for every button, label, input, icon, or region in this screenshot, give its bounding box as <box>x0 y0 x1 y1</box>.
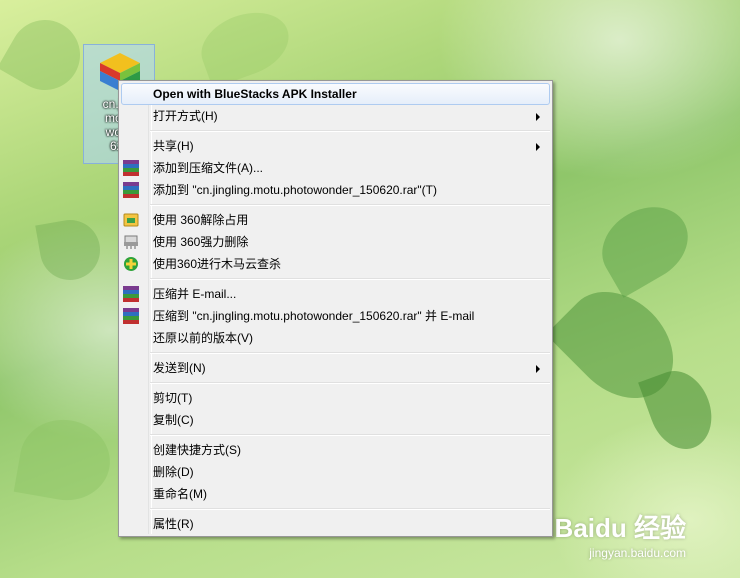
menu-separator <box>150 204 550 206</box>
context-menu: Open with BlueStacks APK Installer 打开方式(… <box>118 80 553 537</box>
menu-item-open-with-bluestacks[interactable]: Open with BlueStacks APK Installer <box>121 83 550 105</box>
shredder-360-icon <box>124 235 138 249</box>
wallpaper-leaf <box>192 1 298 89</box>
menu-item-label: 剪切(T) <box>153 391 193 405</box>
watermark-logo: Baidu 经验 <box>554 513 686 543</box>
wallpaper-leaf <box>588 192 702 298</box>
submenu-arrow-icon <box>536 113 540 121</box>
menu-item-360-trojan-scan[interactable]: 使用360进行木马云查杀 <box>121 253 550 275</box>
menu-item-label: 添加到压缩文件(A)... <box>153 161 263 175</box>
menu-item-label: 重命名(M) <box>153 487 207 501</box>
menu-item-properties[interactable]: 属性(R) <box>121 513 550 535</box>
menu-item-label: 创建快捷方式(S) <box>153 443 241 457</box>
menu-item-compress-to-rar-email[interactable]: 压缩到 "cn.jingling.motu.photowonder_150620… <box>121 305 550 327</box>
wallpaper-leaf <box>13 412 117 508</box>
menu-item-cut[interactable]: 剪切(T) <box>121 387 550 409</box>
menu-item-label: 共享(H) <box>153 139 194 153</box>
menu-item-add-to-named-rar[interactable]: 添加到 "cn.jingling.motu.photowonder_150620… <box>121 179 550 201</box>
menu-item-delete[interactable]: 删除(D) <box>121 461 550 483</box>
menu-item-add-to-archive[interactable]: 添加到压缩文件(A)... <box>121 157 550 179</box>
antivirus-360-icon <box>124 257 138 271</box>
menu-separator <box>150 508 550 510</box>
winrar-icon <box>123 286 139 302</box>
menu-item-label: 添加到 "cn.jingling.motu.photowonder_150620… <box>153 183 437 197</box>
winrar-icon <box>123 160 139 176</box>
wallpaper-leaf <box>35 215 105 285</box>
watermark-url: jingyan.baidu.com <box>589 546 686 560</box>
winrar-icon <box>123 182 139 198</box>
menu-separator <box>150 352 550 354</box>
menu-item-label: 复制(C) <box>153 413 194 427</box>
menu-item-label: 发送到(N) <box>153 361 206 375</box>
menu-item-label: 使用 360强力删除 <box>153 235 249 249</box>
menu-item-360-force-delete[interactable]: 使用 360强力删除 <box>121 231 550 253</box>
menu-item-label: 还原以前的版本(V) <box>153 331 253 345</box>
menu-separator <box>150 434 550 436</box>
menu-item-rename[interactable]: 重命名(M) <box>121 483 550 505</box>
wallpaper-leaf <box>0 7 93 103</box>
menu-item-label: 压缩并 E-mail... <box>153 287 237 301</box>
submenu-arrow-icon <box>536 143 540 151</box>
submenu-arrow-icon <box>536 365 540 373</box>
menu-item-360-unlock[interactable]: 使用 360解除占用 <box>121 209 550 231</box>
menu-item-compress-email[interactable]: 压缩并 E-mail... <box>121 283 550 305</box>
menu-item-send-to[interactable]: 发送到(N) <box>121 357 550 379</box>
menu-item-create-shortcut[interactable]: 创建快捷方式(S) <box>121 439 550 461</box>
menu-item-copy[interactable]: 复制(C) <box>121 409 550 431</box>
baidu-jingyan-watermark: Baidu 经验 jingyan.baidu.com <box>526 508 726 568</box>
menu-separator <box>150 382 550 384</box>
menu-item-open-with[interactable]: 打开方式(H) <box>121 105 550 127</box>
menu-item-label: 打开方式(H) <box>153 109 218 123</box>
menu-item-label: Open with BlueStacks APK Installer <box>153 87 357 101</box>
winrar-icon <box>123 308 139 324</box>
menu-item-label: 属性(R) <box>153 517 194 531</box>
unlock-360-icon <box>123 213 139 227</box>
menu-item-restore-previous-versions[interactable]: 还原以前的版本(V) <box>121 327 550 349</box>
menu-item-label: 使用360进行木马云查杀 <box>153 257 282 271</box>
menu-item-label: 删除(D) <box>153 465 194 479</box>
menu-separator <box>150 130 550 132</box>
menu-separator <box>150 278 550 280</box>
menu-item-label: 压缩到 "cn.jingling.motu.photowonder_150620… <box>153 309 475 323</box>
menu-item-label: 使用 360解除占用 <box>153 213 249 227</box>
menu-item-share[interactable]: 共享(H) <box>121 135 550 157</box>
